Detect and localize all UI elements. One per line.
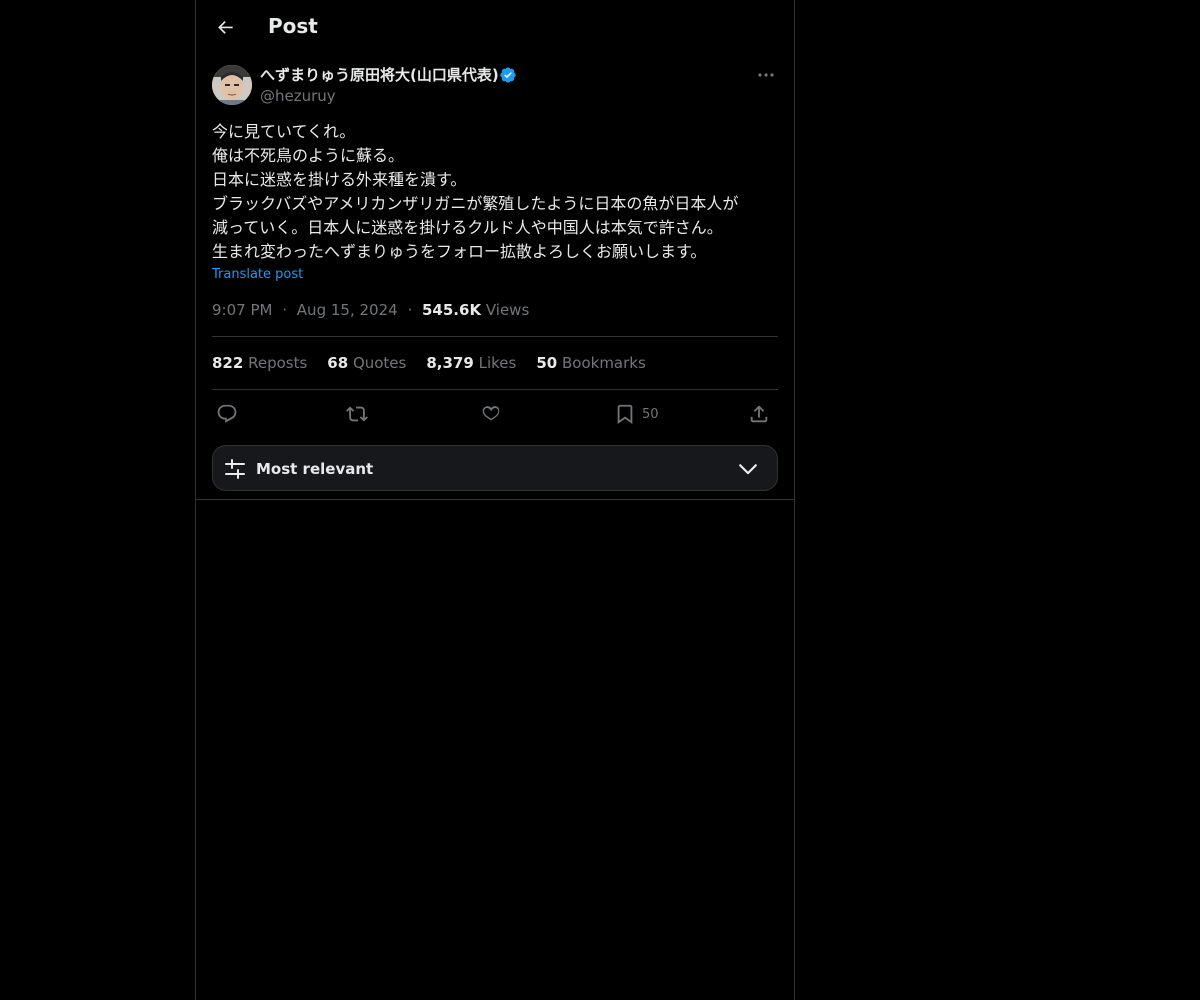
post-text-line: 俺は不死鳥のように蘇る。 <box>212 146 405 165</box>
post-time[interactable]: 9:07 PM <box>212 301 272 319</box>
translate-post-link[interactable]: Translate post <box>212 266 303 284</box>
avatar-image <box>212 65 252 105</box>
post-stats: 822 Reposts 68 Quotes 8,379 Likes 50 Boo… <box>212 353 646 373</box>
sort-label: Most relevant <box>256 460 374 478</box>
views-count: 545.6K <box>422 301 482 319</box>
author-display-name[interactable]: へずまりゅう原田将大(山口県代表) <box>260 65 499 85</box>
like-icon <box>482 406 500 421</box>
share-icon <box>750 405 768 423</box>
post-header: Post <box>196 0 794 54</box>
divider <box>212 336 778 337</box>
meta-separator: · <box>407 301 413 319</box>
chevron-down-icon <box>739 464 757 475</box>
meta-separator: · <box>282 301 288 319</box>
post-text-line: 日本に迷惑を掛ける外来種を潰す。 <box>212 170 467 189</box>
repost-icon <box>346 406 368 422</box>
post-column: Post へずまりゅう原田将大(山口県代表) @hezuruy 今に見ていてくれ… <box>195 0 795 1000</box>
views-label: Views <box>485 301 530 319</box>
reply-icon <box>217 404 237 423</box>
reply-sort-dropdown[interactable]: Most relevant <box>212 445 778 491</box>
likes-stat[interactable]: 8,379 Likes <box>426 353 516 373</box>
likes-count: 8,379 <box>426 354 474 372</box>
author-handle[interactable]: @hezuruy <box>260 86 336 106</box>
back-button[interactable] <box>208 9 244 45</box>
post-actions: 50 <box>212 400 778 428</box>
arrow-left-icon <box>218 21 233 34</box>
post-date[interactable]: Aug 15, 2024 <box>297 301 398 319</box>
post-meta: 9:07 PM · Aug 15, 2024 · 545.6K Views <box>212 300 529 320</box>
post-text-line: 生まれ変わったへずまりゅうをフォロー拡散よろしくお願いします。 <box>212 242 707 261</box>
share-button[interactable] <box>748 400 770 428</box>
divider <box>196 499 794 500</box>
sliders-icon <box>225 459 245 479</box>
more-dots-icon <box>758 73 774 77</box>
divider <box>212 389 778 390</box>
post-author: へずまりゅう原田将大(山口県代表) @hezuruy <box>212 64 778 108</box>
reposts-stat[interactable]: 822 Reposts <box>212 353 307 373</box>
likes-label: Likes <box>478 354 517 372</box>
like-button[interactable] <box>480 400 502 428</box>
repost-button[interactable] <box>346 400 368 428</box>
post-text: 今に見ていてくれ。 俺は不死鳥のように蘇る。 日本に迷惑を掛ける外来種を潰す。 … <box>212 120 782 264</box>
post-text-line: ブラックバズやアメリカンザリガニが繁殖したように日本の魚が日本人が <box>212 194 739 213</box>
post-text-line: 今に見ていてくれ。 <box>212 122 356 141</box>
verified-badge-icon <box>500 67 516 83</box>
reposts-label: Reposts <box>248 354 308 372</box>
quotes-stat[interactable]: 68 Quotes <box>327 353 406 373</box>
bookmark-button[interactable]: 50 <box>614 400 659 428</box>
bookmarks-stat[interactable]: 50 Bookmarks <box>536 353 645 373</box>
post-text-line: 減っていく。日本人に迷惑を掛けるクルド人や中国人は本気で許さん。 <box>212 218 723 237</box>
bookmarks-count: 50 <box>536 354 558 372</box>
bookmark-icon <box>617 404 633 425</box>
quotes-count: 68 <box>327 354 349 372</box>
page-title: Post <box>268 14 318 38</box>
reply-button[interactable] <box>216 400 238 428</box>
avatar[interactable] <box>212 65 252 105</box>
more-options-button[interactable] <box>754 64 778 86</box>
bookmarks-label: Bookmarks <box>561 354 646 372</box>
quotes-label: Quotes <box>352 354 407 372</box>
reposts-count: 822 <box>212 354 244 372</box>
bookmark-count: 50 <box>642 406 659 422</box>
